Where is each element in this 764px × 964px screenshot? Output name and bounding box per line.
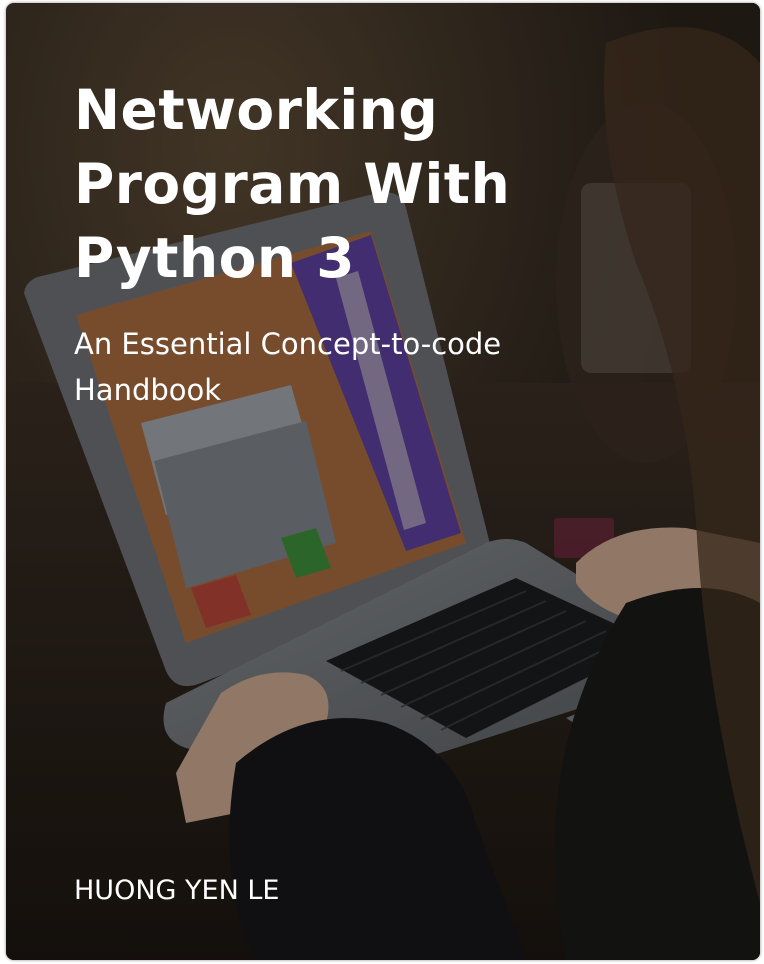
book-cover: Networking Program With Python 3 An Esse… <box>6 3 760 960</box>
book-author: HUONG YEN LE <box>74 875 280 906</box>
book-title: Networking Program With Python 3 <box>74 78 511 290</box>
book-subtitle: An Essential Concept-to-code Handbook <box>74 327 502 407</box>
